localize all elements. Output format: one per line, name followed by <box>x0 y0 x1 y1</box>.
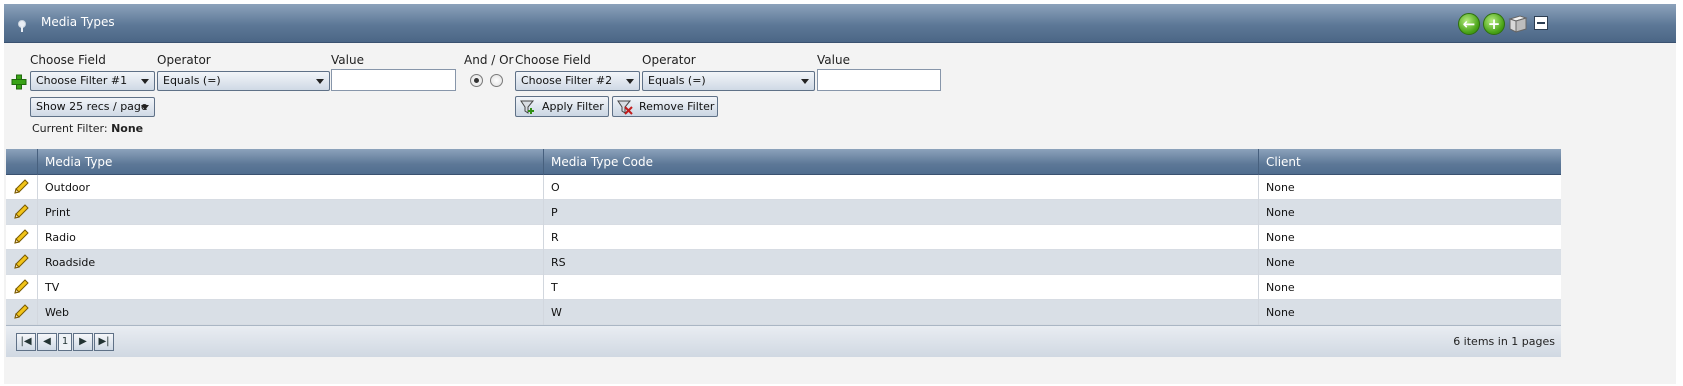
pencil-icon[interactable] <box>12 178 30 196</box>
page-size-value: Show 25 recs / page <box>36 100 148 113</box>
chevron-down-icon <box>141 105 149 110</box>
filter2-value-input[interactable] <box>817 69 941 91</box>
cell-media-type: Roadside <box>37 250 543 275</box>
pencil-icon[interactable] <box>12 303 30 321</box>
current-filter-label: Current Filter: <box>32 122 108 135</box>
chevron-down-icon <box>801 79 809 84</box>
cell-client: None <box>1258 300 1561 325</box>
cell-client: None <box>1258 225 1561 250</box>
cell-media-type-code: O <box>543 175 1258 200</box>
minimize-icon[interactable] <box>1534 16 1548 30</box>
cell-media-type: TV <box>37 275 543 300</box>
apply-filter-label: Apply Filter <box>542 100 604 113</box>
pencil-icon[interactable] <box>12 228 30 246</box>
cell-media-type-code: T <box>543 275 1258 300</box>
export-icon[interactable] <box>1507 12 1529 34</box>
cell-media-type-code: R <box>543 225 1258 250</box>
filter2-field-select[interactable]: Choose Filter #2 <box>515 71 640 91</box>
cell-client: None <box>1258 275 1561 300</box>
page-number-button[interactable]: 1 <box>58 333 72 351</box>
filter2-field-value: Choose Filter #2 <box>521 74 613 87</box>
filter1-operator-value: Equals (=) <box>163 74 221 87</box>
edit-column-header <box>6 149 37 175</box>
value-label-2: Value <box>817 53 850 67</box>
table-row[interactable]: Web W None <box>6 300 1561 325</box>
filter-apply-icon <box>520 100 535 114</box>
remove-filter-button[interactable]: Remove Filter <box>612 96 718 117</box>
back-arrow-icon[interactable]: ← <box>1458 13 1480 35</box>
and-radio[interactable] <box>470 74 483 87</box>
first-page-button[interactable]: |◀ <box>16 333 36 351</box>
filter1-field-value: Choose Filter #1 <box>36 74 128 87</box>
next-page-button[interactable]: ▶ <box>73 333 93 351</box>
current-filter: Current Filter: None <box>32 122 143 135</box>
table-row[interactable]: Roadside RS None <box>6 250 1561 275</box>
table-row[interactable]: TV T None <box>6 275 1561 300</box>
cell-client: None <box>1258 200 1561 225</box>
pager: |◀ ◀ 1 ▶ ▶| 6 items in 1 pages <box>6 325 1561 357</box>
table-row[interactable]: Outdoor O None <box>6 175 1561 200</box>
cell-media-type: Print <box>37 200 543 225</box>
apply-filter-button[interactable]: Apply Filter <box>515 96 609 117</box>
column-header-media-type-code[interactable]: Media Type Code <box>543 149 1258 175</box>
filter1-field-select[interactable]: Choose Filter #1 <box>30 71 155 91</box>
and-or-label: And / Or <box>464 53 514 67</box>
cell-media-type: Web <box>37 300 543 325</box>
table-row[interactable]: Radio R None <box>6 225 1561 250</box>
title-bar: Media Types ← + <box>4 4 1676 43</box>
chevron-down-icon <box>626 79 634 84</box>
choose-field-label-1: Choose Field <box>30 53 106 67</box>
cell-media-type: Outdoor <box>37 175 543 200</box>
column-header-client[interactable]: Client <box>1258 149 1561 175</box>
add-filter-icon[interactable] <box>11 74 27 90</box>
cell-media-type-code: P <box>543 200 1258 225</box>
cell-client: None <box>1258 175 1561 200</box>
media-types-panel: Media Types ← + Choose Field Operator Va… <box>4 4 1676 384</box>
cell-media-type: Radio <box>37 225 543 250</box>
last-page-button[interactable]: ▶| <box>94 333 114 351</box>
pager-summary: 6 items in 1 pages <box>1453 335 1555 348</box>
or-radio[interactable] <box>490 74 503 87</box>
filter1-value-input[interactable] <box>331 69 456 91</box>
filter2-operator-select[interactable]: Equals (=) <box>642 71 815 91</box>
grid-header: Media Type Media Type Code Client <box>6 149 1561 175</box>
column-header-media-type[interactable]: Media Type <box>37 149 543 175</box>
cell-client: None <box>1258 250 1561 275</box>
pencil-icon[interactable] <box>12 203 30 221</box>
add-icon[interactable]: + <box>1483 13 1505 35</box>
chevron-down-icon <box>141 79 149 84</box>
filter2-operator-value: Equals (=) <box>648 74 706 87</box>
cell-media-type-code: RS <box>543 250 1258 275</box>
pencil-icon[interactable] <box>12 278 30 296</box>
filter1-operator-select[interactable]: Equals (=) <box>157 71 330 91</box>
table-row[interactable]: Print P None <box>6 200 1561 225</box>
prev-page-button[interactable]: ◀ <box>37 333 57 351</box>
operator-label-2: Operator <box>642 53 696 67</box>
value-label-1: Value <box>331 53 364 67</box>
pencil-icon[interactable] <box>12 253 30 271</box>
page-size-select[interactable]: Show 25 recs / page <box>30 97 155 117</box>
chevron-down-icon <box>316 79 324 84</box>
page-title: Media Types <box>41 15 115 29</box>
pin-icon <box>18 20 26 32</box>
filter-remove-icon <box>617 100 633 115</box>
cell-media-type-code: W <box>543 300 1258 325</box>
operator-label-1: Operator <box>157 53 211 67</box>
choose-field-label-2: Choose Field <box>515 53 591 67</box>
remove-filter-label: Remove Filter <box>639 100 715 113</box>
current-filter-value: None <box>111 122 144 135</box>
